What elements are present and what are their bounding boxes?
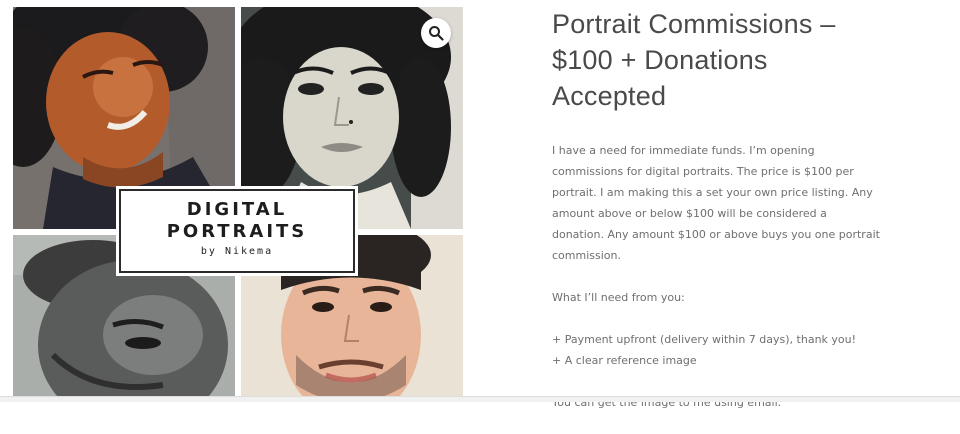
search-icon [429,26,444,41]
requirement-item: + Payment upfront (delivery within 7 day… [552,333,857,346]
product-title: Portrait Commissions – $100 + Donations … [552,6,882,114]
product-gallery[interactable]: DIGITAL PORTRAITS by Nikema [13,7,463,401]
description-paragraph: I have a need for immediate funds. I’m o… [552,144,880,262]
product-summary: Portrait Commissions – $100 + Donations … [552,6,882,434]
card-line-1: DIGITAL [186,199,288,220]
zoom-button[interactable] [421,18,451,48]
card-line-2: PORTRAITS [166,221,308,242]
title-line-2: $100 + Donations [552,45,768,75]
product-description: I have a need for immediate funds. I’m o… [552,140,882,413]
digital-portraits-title-card: DIGITAL PORTRAITS by Nikema [119,189,355,273]
title-line-3: Accepted [552,81,667,111]
requirements-heading: What I’ll need from you: [552,291,685,304]
requirement-item: + A clear reference image [552,354,697,367]
card-line-3: by Nikema [200,246,274,257]
bottom-bar [0,396,960,402]
title-line-1: Portrait Commissions – [552,9,836,39]
